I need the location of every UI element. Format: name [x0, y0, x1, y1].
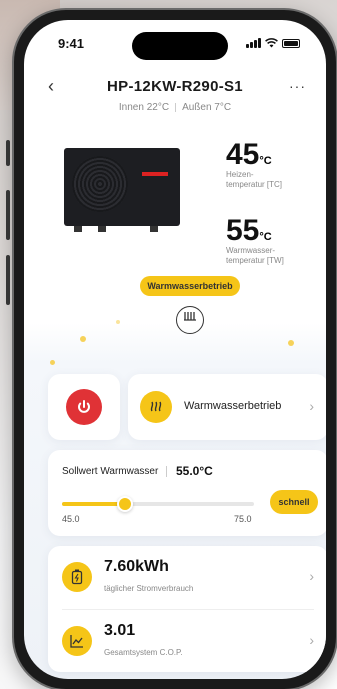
water-temperature-label-1: Warmwasser-	[226, 246, 276, 255]
setpoint-label: Sollwert Warmwasser	[62, 466, 159, 477]
cop-stat-row[interactable]: 3.01 Gesamtsystem C.O.P. ›	[48, 610, 326, 672]
more-options-icon[interactable]: ···	[289, 78, 306, 94]
water-temperature[interactable]: 55°C Warmwasser- temperatur [TW]	[226, 216, 296, 267]
battery-icon	[62, 562, 92, 592]
mode-badge: Warmwasserbetrieb	[140, 276, 240, 296]
hot-water-icon	[140, 391, 172, 423]
fan-grille	[72, 156, 128, 212]
decorative-dot	[80, 336, 86, 342]
ambient-temperatures: Innen 22°C Außen 7°C	[24, 102, 326, 113]
status-icons	[246, 38, 300, 48]
mode-selector[interactable]: Warmwasserbetrieb ›	[128, 374, 326, 440]
heat-pump-image	[64, 148, 180, 232]
brand-strip	[142, 172, 168, 176]
chevron-right-icon: ›	[309, 632, 314, 648]
energy-stat-row[interactable]: 7.60kWh täglicher Stromverbrauch ›	[48, 546, 326, 608]
water-temperature-unit: °C	[259, 231, 272, 243]
slider-thumb[interactable]	[117, 496, 134, 512]
indoor-temperature: Innen 22°C	[118, 102, 170, 113]
slider-min: 45.0	[62, 514, 80, 524]
heating-coil-icon	[176, 306, 204, 334]
setpoint-card: Sollwert Warmwasser 55.0°C 45.0 75.0 sch…	[48, 450, 326, 536]
fast-button[interactable]: schnell	[270, 490, 318, 514]
wifi-icon	[265, 38, 278, 48]
heating-temperature-unit: °C	[259, 155, 272, 167]
power-icon	[78, 400, 90, 413]
heating-temperature-label-1: Heizen-	[226, 170, 254, 179]
stats-card: 7.60kWh täglicher Stromverbrauch › 3.01 …	[48, 546, 326, 672]
phone-side-button	[6, 140, 10, 166]
battery-status-icon	[282, 38, 300, 48]
chevron-right-icon: ›	[309, 398, 314, 414]
setpoint-slider[interactable]	[62, 496, 254, 512]
power-button[interactable]	[66, 389, 102, 425]
cop-value: 3.01	[104, 622, 136, 639]
slider-max: 75.0	[234, 514, 252, 524]
chevron-right-icon: ›	[309, 568, 314, 584]
energy-value: 7.60kWh	[104, 558, 169, 575]
status-time: 9:41	[58, 36, 85, 51]
cop-caption: Gesamtsystem C.O.P.	[104, 648, 183, 657]
energy-caption: täglicher Stromverbrauch	[104, 584, 194, 593]
mode-selector-label: Warmwasserbetrieb	[184, 400, 282, 412]
dynamic-island	[132, 32, 228, 60]
phone-side-button	[6, 190, 10, 240]
power-card	[48, 374, 120, 440]
setpoint-value: 55.0°C	[176, 464, 213, 478]
phone-frame: 9:41 ‹ HP-12KW-R290-S1 ··· Innen 22°C Auß…	[12, 8, 337, 689]
app-screen: 9:41 ‹ HP-12KW-R290-S1 ··· Innen 22°C Auß…	[24, 20, 326, 679]
outdoor-temperature: Außen 7°C	[182, 102, 232, 113]
chart-icon	[62, 626, 92, 656]
device-title: HP-12KW-R290-S1	[107, 78, 243, 95]
water-temperature-label-2: temperatur [TW]	[226, 256, 284, 266]
water-temperature-value: 55	[226, 214, 260, 247]
phone-side-button	[6, 255, 10, 305]
signal-icon	[246, 38, 261, 48]
status-bar: 9:41	[24, 32, 326, 60]
slider-fill	[62, 502, 126, 506]
decorative-dot	[50, 360, 55, 365]
heating-temperature-label-2: temperatur [TC]	[226, 180, 283, 190]
heating-temperature[interactable]: 45°C Heizen- temperatur [TC]	[226, 140, 296, 191]
decorative-dot	[288, 340, 294, 346]
decorative-dot	[116, 320, 120, 324]
heating-temperature-value: 45	[226, 138, 260, 171]
